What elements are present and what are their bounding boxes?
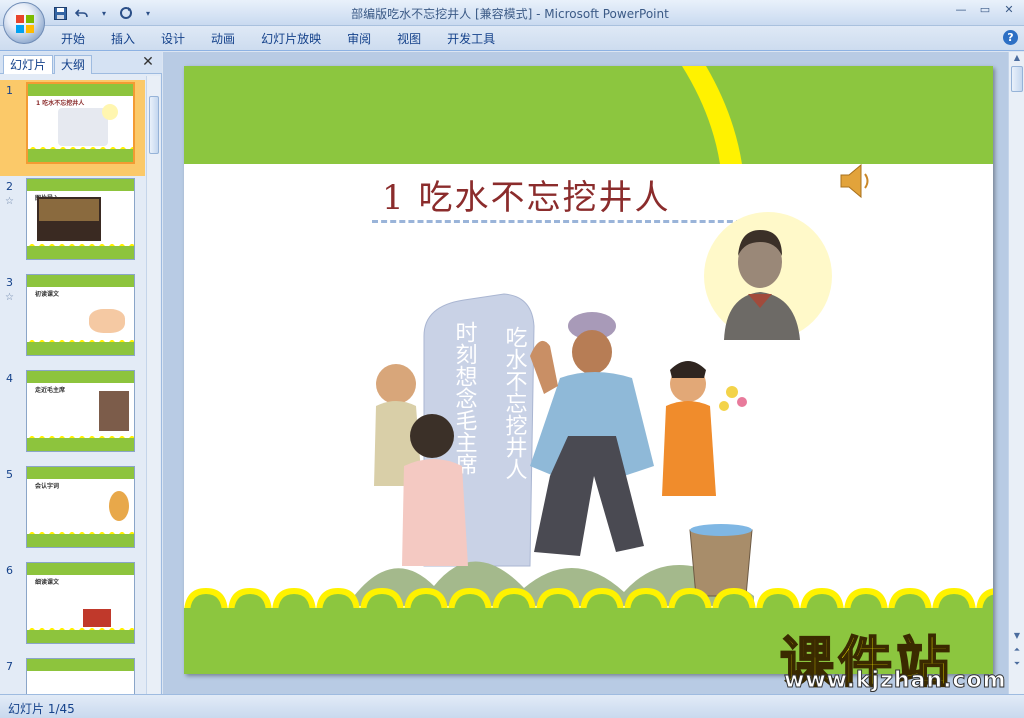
slide-thumbnail-3[interactable]: 3 ☆ 初读课文	[0, 272, 145, 368]
tab-outline[interactable]: 大纲	[54, 55, 93, 74]
thumbnail-image: 初读课文	[26, 274, 135, 356]
help-icon[interactable]: ?	[1003, 30, 1018, 45]
quick-access-toolbar: ▾ ▾	[52, 4, 156, 22]
title-bar: ▾ ▾ 部编版吃水不忘挖井人 [兼容模式] - Microsoft PowerP…	[0, 0, 1024, 26]
tab-insert[interactable]: 插入	[98, 31, 148, 49]
slide-number: 1	[6, 84, 13, 97]
customize-qat-icon[interactable]: ▾	[140, 5, 156, 21]
scrollbar-thumb[interactable]	[1011, 66, 1023, 92]
ribbon-tabs: 开始 插入 设计 动画 幻灯片放映 审阅 视图 开发工具	[48, 31, 508, 49]
tab-animations[interactable]: 动画	[198, 31, 248, 49]
slide-top-band	[184, 66, 993, 164]
slide-thumbnail-7[interactable]: 7	[0, 656, 145, 694]
slide-number: 5	[6, 468, 13, 481]
thumbnail-image: 会认字词	[26, 466, 135, 548]
editor-scrollbar[interactable]: ▲ ▼ ⏶ ⏷	[1008, 52, 1024, 694]
undo-icon[interactable]	[74, 5, 90, 21]
tab-home[interactable]: 开始	[48, 31, 98, 49]
title-underline	[372, 220, 742, 223]
thumbnail-title: 会认字词	[35, 483, 60, 490]
ribbon-tab-bar: 开始 插入 设计 动画 幻灯片放映 审阅 视图 开发工具 ?	[0, 26, 1024, 51]
office-logo-icon	[16, 15, 34, 33]
slide-title[interactable]: 1 吃水不忘挖井人	[382, 170, 670, 219]
tab-review[interactable]: 审阅	[334, 31, 384, 49]
slide-canvas[interactable]: 1 吃水不忘挖井人 吃水不忘挖井人 时刻想念毛主席	[184, 66, 993, 674]
animation-star-icon: ☆	[5, 196, 14, 207]
scroll-up-icon[interactable]: ▲	[1011, 52, 1023, 64]
slide-number: 7	[6, 660, 13, 673]
tab-developer[interactable]: 开发工具	[434, 31, 508, 49]
stone-inscription-left: 时刻想念毛主席	[452, 321, 478, 475]
stone-inscription-right: 吃水不忘挖井人	[502, 326, 528, 480]
thumbnail-image: 走近毛主席	[26, 370, 135, 452]
save-icon[interactable]	[52, 5, 68, 21]
thumbnail-list: 1 1 吃水不忘挖井人 2 ☆ 图片导入 3 ☆	[0, 76, 145, 694]
next-slide-icon[interactable]: ⏷	[1011, 658, 1023, 670]
pane-tab-bar: 幻灯片 大纲 ✕	[0, 52, 162, 74]
thumbnail-image: 1 吃水不忘挖井人	[26, 82, 135, 164]
previous-slide-icon[interactable]: ⏶	[1011, 644, 1023, 656]
tab-view[interactable]: 视图	[384, 31, 434, 49]
pane-close-icon[interactable]: ✕	[140, 54, 156, 70]
yellow-stripe	[682, 66, 742, 164]
slide-number: 4	[6, 372, 13, 385]
office-button[interactable]	[3, 2, 45, 44]
thumbnail-title: 初读课文	[35, 291, 60, 298]
slide-number: 3	[6, 276, 13, 289]
thumbnail-title: 走近毛主席	[35, 387, 66, 394]
minimize-button[interactable]: —	[950, 2, 972, 18]
slide-counter: 幻灯片 1/45	[8, 702, 75, 716]
slide-thumbnail-1[interactable]: 1 1 吃水不忘挖井人	[0, 80, 145, 176]
thumbnail-scrollbar[interactable]	[146, 76, 160, 694]
scroll-down-icon[interactable]: ▼	[1011, 630, 1023, 642]
thumbnail-image	[26, 658, 135, 694]
slide-thumbnail-4[interactable]: 4 走近毛主席	[0, 368, 145, 464]
speaker-icon[interactable]	[839, 162, 873, 200]
slide-thumbnail-2[interactable]: 2 ☆ 图片导入	[0, 176, 145, 272]
close-button[interactable]: ✕	[998, 2, 1020, 18]
tab-slideshow[interactable]: 幻灯片放映	[248, 31, 334, 49]
slide-thumbnail-6[interactable]: 6 细读课文	[0, 560, 145, 656]
animation-star-icon: ☆	[5, 292, 14, 303]
watermark-url: www.kjzhan.com	[784, 668, 1007, 694]
slide-thumbnail-5[interactable]: 5 会认字词	[0, 464, 145, 560]
tab-slides[interactable]: 幻灯片	[3, 55, 54, 74]
status-bar: 幻灯片 1/45	[0, 694, 1024, 718]
thumbnail-image: 图片导入	[26, 178, 135, 260]
slide-number: 2	[6, 180, 13, 193]
thumbnail-title: 细读课文	[35, 579, 60, 586]
undo-dropdown-icon[interactable]: ▾	[96, 5, 112, 21]
scrollbar-thumb[interactable]	[149, 96, 159, 154]
window-controls: — ▭ ✕	[950, 2, 1020, 18]
slides-pane: 幻灯片 大纲 ✕ 1 1 吃水不忘挖井人 2 ☆ 图片导入	[0, 52, 162, 694]
redo-icon[interactable]	[118, 5, 134, 21]
slide-number: 6	[6, 564, 13, 577]
window-title: 部编版吃水不忘挖井人 [兼容模式] - Microsoft PowerPoint	[351, 7, 669, 21]
thumbnail-title: 1 吃水不忘挖井人	[36, 100, 85, 107]
story-illustration: 吃水不忘挖井人 时刻想念毛主席	[354, 293, 754, 606]
tab-design[interactable]: 设计	[148, 31, 198, 49]
maximize-button[interactable]: ▭	[974, 2, 996, 18]
thumbnail-image: 细读课文	[26, 562, 135, 644]
